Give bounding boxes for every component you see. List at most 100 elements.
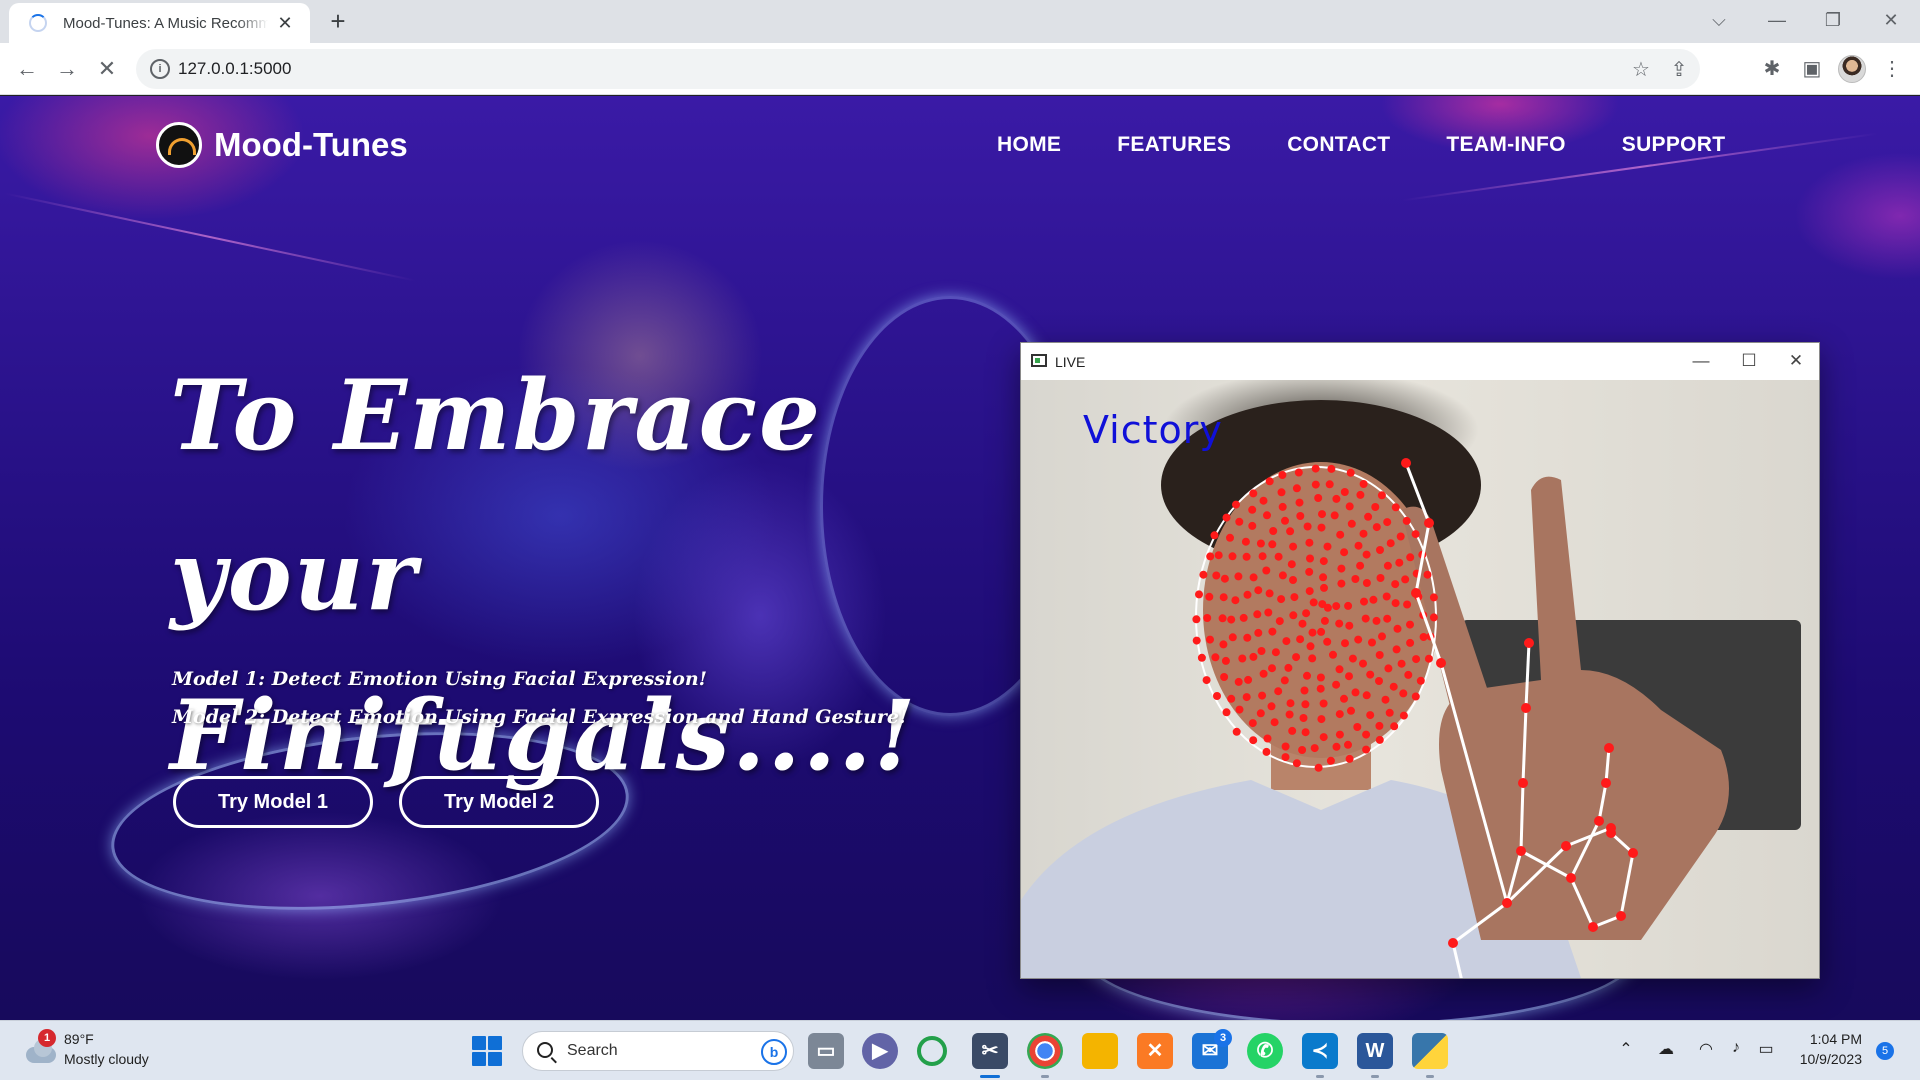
face-landmark-dot: [1308, 654, 1317, 663]
face-landmark-dot: [1289, 611, 1298, 620]
clock-time[interactable]: 1:04 PM: [1772, 1031, 1862, 1047]
forward-button[interactable]: →: [51, 53, 83, 85]
tab-search-dropdown-icon[interactable]: ⌵: [1694, 0, 1744, 40]
face-landmark-dot: [1284, 663, 1293, 672]
camera-feed: Victory: [1021, 380, 1819, 978]
nav-features[interactable]: FEATURES: [1117, 133, 1231, 157]
window-close-button[interactable]: ✕: [1866, 0, 1916, 40]
face-landmark-dot: [1412, 655, 1421, 664]
face-landmark-dot: [1419, 633, 1428, 641]
face-landmark-dot: [1234, 572, 1243, 581]
start-windows-icon[interactable]: [472, 1036, 502, 1066]
nav-support[interactable]: SUPPORT: [1622, 133, 1726, 157]
back-button[interactable]: ←: [11, 53, 43, 85]
bookmark-star-icon[interactable]: ☆: [1628, 57, 1654, 83]
nav-contact[interactable]: CONTACT: [1287, 133, 1390, 157]
face-landmark-dot: [1274, 552, 1283, 561]
new-tab-button[interactable]: +: [324, 8, 352, 36]
nav-team-info[interactable]: TEAM-INFO: [1446, 133, 1565, 157]
loading-app-icon[interactable]: [917, 1036, 947, 1066]
profile-avatar[interactable]: [1838, 55, 1866, 83]
face-landmark-dot: [1278, 471, 1287, 479]
face-landmark-dot: [1286, 699, 1295, 708]
face-landmark-dot: [1372, 616, 1381, 625]
xampp-icon[interactable]: ✕: [1137, 1033, 1173, 1069]
face-landmark-dot: [1354, 635, 1363, 644]
face-landmark-dot: [1249, 652, 1258, 661]
folder-icon[interactable]: [1082, 1033, 1118, 1069]
vscode-icon[interactable]: ≺: [1302, 1033, 1338, 1069]
face-landmark-dot: [1359, 529, 1368, 538]
side-panel-icon[interactable]: ▣: [1798, 55, 1826, 83]
try-model-1-button[interactable]: Try Model 1: [173, 776, 373, 828]
window-restore-button[interactable]: ❐: [1808, 0, 1858, 40]
face-landmark-dot: [1404, 670, 1413, 679]
weather-condition[interactable]: Mostly cloudy: [64, 1051, 149, 1067]
address-bar[interactable]: i 127.0.0.1:5000 ⇪ ☆: [136, 49, 1700, 89]
face-landmark-dot: [1340, 488, 1349, 496]
face-landmark-dot: [1332, 742, 1341, 751]
browser-menu-icon[interactable]: ⋮: [1878, 55, 1906, 83]
face-landmark-dot: [1280, 676, 1289, 685]
face-landmark-dot: [1306, 642, 1315, 651]
extensions-icon[interactable]: ✱: [1758, 55, 1786, 83]
wifi-icon[interactable]: ◠: [1694, 1039, 1718, 1059]
face-landmark-dot: [1366, 670, 1375, 679]
taskbar-search[interactable]: Search b: [522, 1031, 794, 1071]
face-landmark-dot: [1347, 519, 1356, 528]
face-landmark-dot: [1269, 527, 1278, 535]
volume-icon[interactable]: ♪: [1724, 1039, 1748, 1057]
share-icon[interactable]: ⇪: [1666, 57, 1692, 83]
live-maximize-button[interactable]: ☐: [1726, 347, 1772, 375]
face-landmark-dot: [1391, 599, 1400, 608]
clock-date[interactable]: 10/9/2023: [1772, 1051, 1862, 1067]
hand-landmark-dot: [1594, 816, 1604, 826]
hand-landmark-dot: [1521, 703, 1531, 713]
face-landmark-dot: [1411, 530, 1420, 539]
word-icon[interactable]: W: [1357, 1033, 1393, 1069]
face-landmark-dot: [1389, 682, 1398, 691]
notification-badge[interactable]: 5: [1876, 1042, 1894, 1060]
brand[interactable]: Mood-Tunes: [156, 122, 408, 168]
camera-scene: [1021, 400, 1801, 978]
face-landmark-dot: [1203, 614, 1212, 622]
face-landmark-dot: [1317, 627, 1326, 636]
show-hidden-icons-chevron-icon[interactable]: ⌃: [1614, 1039, 1638, 1059]
url-text[interactable]: 127.0.0.1:5000: [178, 59, 291, 79]
face-landmark-dot: [1337, 579, 1346, 588]
weather-temperature[interactable]: 89°F: [64, 1031, 94, 1047]
face-landmark-dot: [1356, 490, 1365, 499]
live-camera-window[interactable]: LIVE — ☐ ✕ Victory: [1020, 342, 1820, 979]
face-landmark-dot: [1214, 551, 1223, 560]
face-landmark-dot: [1244, 675, 1253, 684]
task-view-icon[interactable]: ▭: [808, 1033, 844, 1069]
bing-icon[interactable]: b: [761, 1039, 787, 1065]
browser-tab[interactable]: Mood-Tunes: A Music Recommender ✕: [9, 3, 310, 43]
face-landmark-dot: [1219, 593, 1228, 602]
snipping-tool-icon[interactable]: ✂: [972, 1033, 1008, 1069]
onedrive-cloud-icon[interactable]: ☁: [1654, 1039, 1678, 1059]
face-landmark-dot: [1369, 595, 1378, 604]
live-window-titlebar[interactable]: LIVE — ☐ ✕: [1021, 343, 1819, 380]
face-landmark-dot: [1429, 593, 1438, 602]
nav-home[interactable]: HOME: [997, 133, 1061, 157]
face-landmark-dot: [1221, 656, 1230, 665]
face-landmark-dot: [1278, 502, 1287, 511]
face-landmark-dot: [1390, 722, 1399, 731]
teams-chat-icon[interactable]: ▶: [862, 1033, 898, 1069]
face-landmark-dot: [1286, 527, 1295, 536]
site-info-icon[interactable]: i: [150, 59, 170, 79]
live-close-button[interactable]: ✕: [1773, 347, 1819, 375]
face-landmark-dot: [1270, 718, 1279, 727]
face-landmark-dot: [1383, 614, 1392, 623]
running-app-indicator: [1426, 1075, 1434, 1078]
whatsapp-icon[interactable]: ✆: [1247, 1033, 1283, 1069]
tab-close-icon[interactable]: ✕: [274, 12, 296, 34]
chrome-icon[interactable]: [1027, 1033, 1063, 1069]
live-minimize-button[interactable]: —: [1678, 347, 1724, 375]
python-icon[interactable]: [1412, 1033, 1448, 1069]
try-model-2-button[interactable]: Try Model 2: [399, 776, 599, 828]
stop-loading-button[interactable]: ✕: [91, 53, 123, 85]
face-landmark-dot: [1351, 575, 1360, 583]
window-minimize-button[interactable]: —: [1752, 0, 1802, 40]
